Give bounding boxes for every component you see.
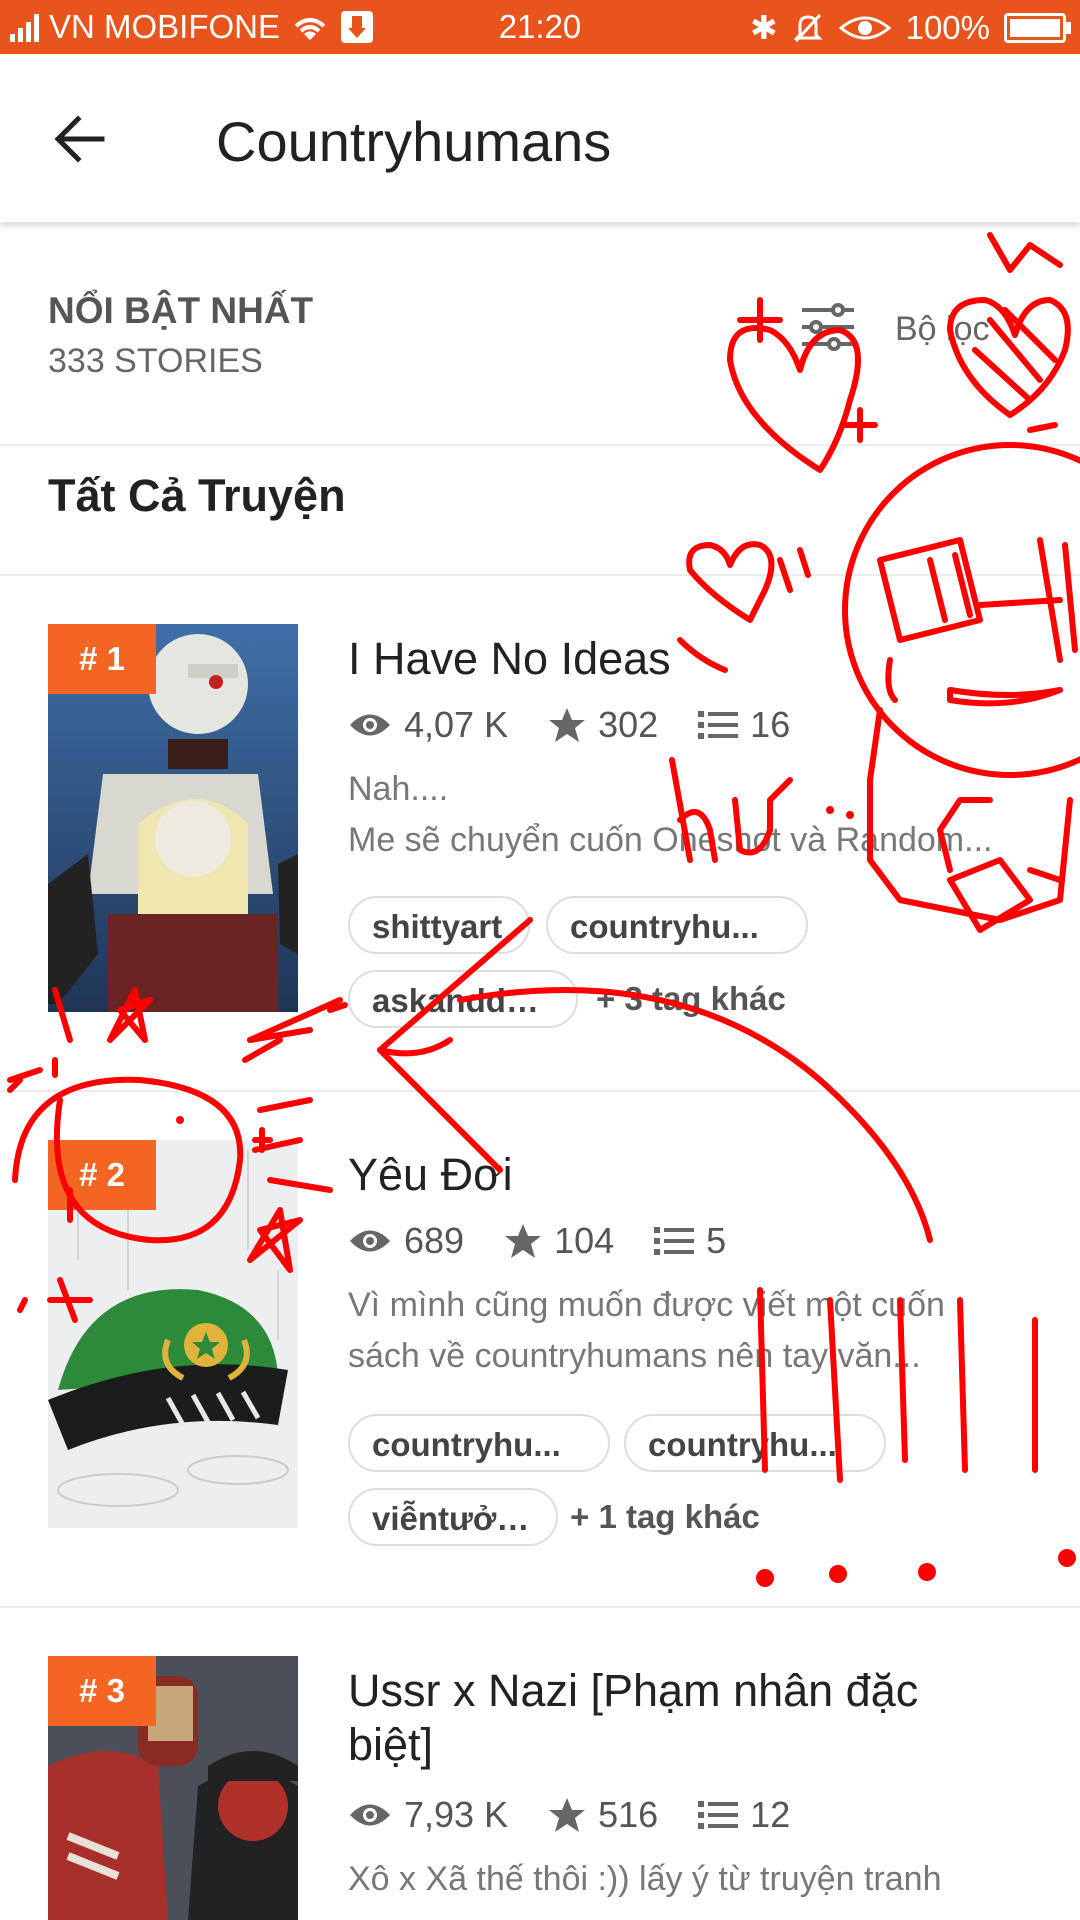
tag-chip[interactable]: askanddare <box>348 970 578 1028</box>
heart-doodle <box>686 541 775 623</box>
story-stats: 4,07 K 302 16 <box>348 704 830 746</box>
divider <box>0 1090 1080 1092</box>
divider <box>0 1606 1080 1608</box>
rank-badge: # 3 <box>48 1656 156 1726</box>
tag-chip[interactable]: countryhu... <box>546 896 808 954</box>
parts-count: 16 <box>750 704 791 745</box>
more-tags-link[interactable]: + 1 tag khác <box>570 1488 760 1546</box>
story-title[interactable]: Yêu Đơi <box>348 1148 1038 1202</box>
reads-eye-icon <box>350 1804 390 1826</box>
votes-count: 104 <box>554 1220 615 1261</box>
sort-label[interactable]: NỔI BẬT NHẤT <box>48 290 313 332</box>
app-bar: Countryhumans <box>0 54 1080 222</box>
reads-count: 7,93 K <box>404 1794 509 1835</box>
votes-star-icon <box>549 708 586 742</box>
story-title[interactable]: I Have No Ideas <box>348 632 1038 686</box>
battery-icon <box>1004 12 1071 43</box>
face-doodle <box>842 442 1080 778</box>
story-stats: 689 104 5 <box>348 1220 766 1262</box>
story-description: Vì mình cũng muốn được viết một cuốn sác… <box>348 1286 945 1375</box>
back-arrow-icon[interactable] <box>50 109 110 169</box>
reads-eye-icon <box>350 1230 390 1252</box>
reads-count: 4,07 K <box>404 704 509 745</box>
bluetooth-icon: ✱ <box>749 9 778 46</box>
parts-list-icon <box>698 1801 739 1829</box>
more-tags-link[interactable]: + 3 tag khác <box>596 970 786 1028</box>
parts-list-icon <box>654 1227 695 1255</box>
parts-count: 12 <box>750 1794 791 1835</box>
story-count: 333 STORIES <box>48 342 263 380</box>
section-title: Tất Cả Truyện <box>48 470 346 521</box>
rank-badge: # 1 <box>48 624 156 694</box>
filter-label[interactable]: Bộ lọc <box>895 310 990 349</box>
story-description: Nah.... Me sẽ chuyển cuốn Oneshot và Ran… <box>348 770 993 859</box>
filter-icon[interactable] <box>800 302 856 352</box>
tag-chip[interactable]: countryhu... <box>348 1414 610 1472</box>
tag-chip[interactable]: countryhu... <box>624 1414 886 1472</box>
rank-badge: # 2 <box>48 1140 156 1210</box>
votes-count: 302 <box>598 704 659 745</box>
battery-percent: 100% <box>905 8 990 46</box>
story-title[interactable]: Ussr x Nazi [Phạm nhân đặc biệt] <box>348 1664 1038 1772</box>
parts-count: 5 <box>706 1220 727 1261</box>
sort-bar: NỔI BẬT NHẤT 333 STORIES Bộ lọc <box>0 222 1080 446</box>
votes-count: 516 <box>598 1794 659 1835</box>
parts-list-icon <box>698 711 739 739</box>
status-bar: VN MOBIFONE 21:20 ✱ 100% <box>0 0 1080 54</box>
tag-chip[interactable]: shittyart <box>348 896 530 954</box>
reads-eye-icon <box>350 714 390 736</box>
tag-chip[interactable]: viễntưởng <box>348 1488 558 1546</box>
mute-bell-icon <box>792 13 823 42</box>
reads-count: 689 <box>404 1220 465 1261</box>
story-description: Xô x Xã thế thôi :)) lấy ý từ truyện tra… <box>348 1860 942 1898</box>
votes-star-icon <box>505 1224 542 1258</box>
eye-comfort-icon <box>838 16 891 39</box>
votes-star-icon <box>549 1798 586 1832</box>
story-stats: 7,93 K 516 12 <box>348 1794 830 1836</box>
divider <box>0 574 1080 576</box>
page-title: Countryhumans <box>216 110 612 173</box>
